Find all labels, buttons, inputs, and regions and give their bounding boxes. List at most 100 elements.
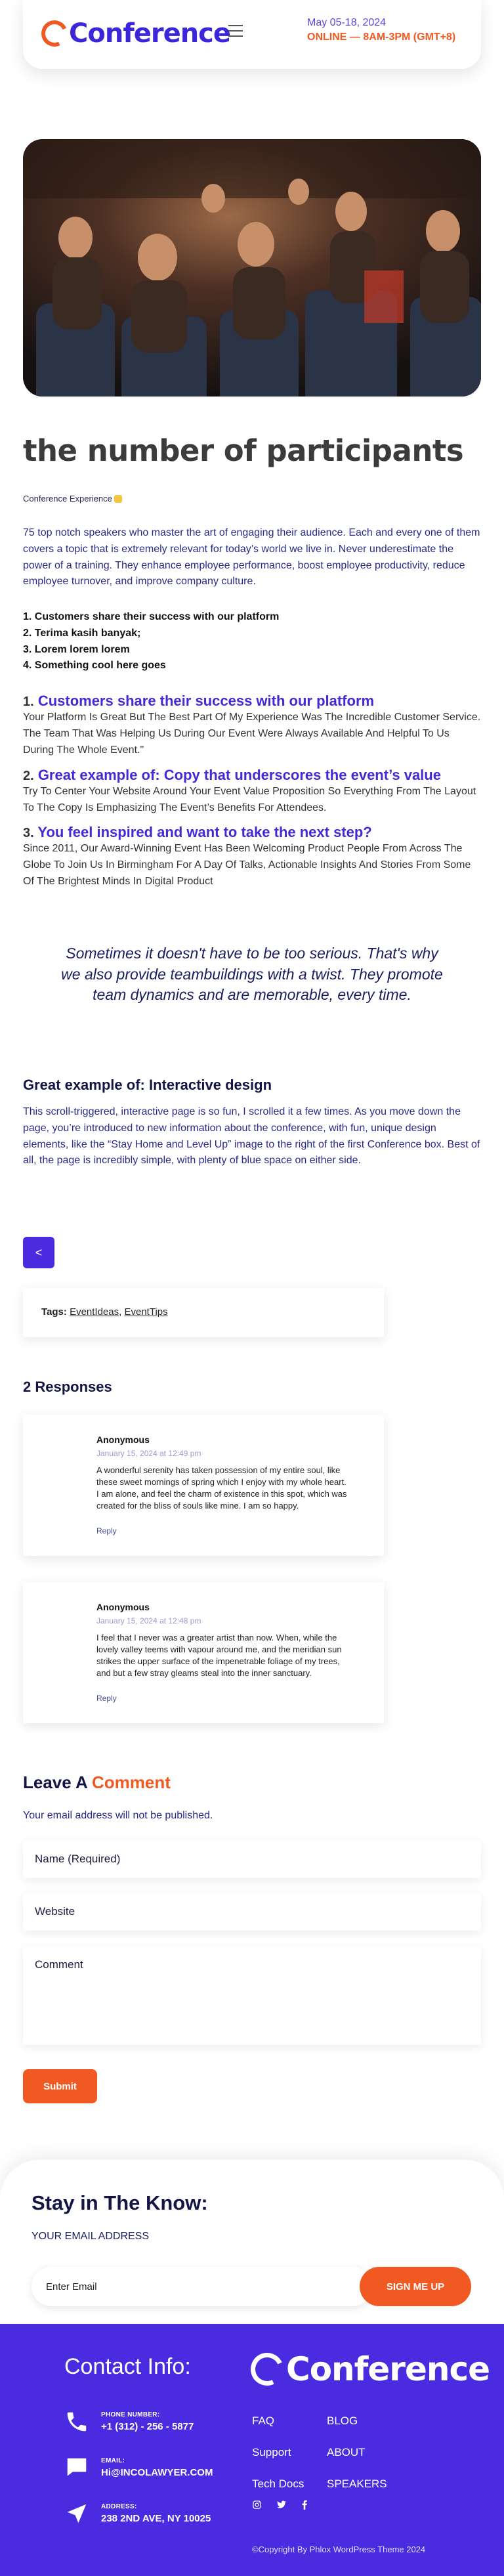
section-body: Your Platform Is Great But The Best Part… <box>23 712 481 756</box>
avatar <box>43 1602 82 1641</box>
tags-label: Tags: <box>41 1306 67 1318</box>
logo-mark-icon <box>37 16 72 51</box>
list-item: 4. Something cool here goes <box>23 660 166 672</box>
form-note: Your email address will not be published… <box>23 1810 213 1821</box>
hero-audience-illustration <box>23 139 481 397</box>
site-header: Conference May 05-18, 2024 ONLINE — 8AM-… <box>23 0 481 69</box>
footer-link-blog[interactable]: BLOG <box>327 2415 358 2428</box>
twitter-icon[interactable] <box>276 2500 287 2510</box>
comment-date[interactable]: January 15, 2024 at 12:48 pm <box>96 1616 364 1625</box>
avatar <box>43 1434 82 1474</box>
reply-link[interactable]: Reply <box>96 1694 364 1703</box>
comment-author: Anonymous <box>96 1602 150 1612</box>
comment: Anonymous January 15, 2024 at 12:49 pm A… <box>23 1415 384 1556</box>
instagram-icon[interactable] <box>252 2500 262 2510</box>
social-links <box>252 2500 324 2510</box>
list-item: 2. Terima kasih banyak; <box>23 627 141 639</box>
footer-logo[interactable]: Conference <box>245 2348 490 2391</box>
copyright: ©Copyright By Phlox WordPress Theme 2024 <box>252 2544 426 2554</box>
section-number: 1. <box>23 695 34 709</box>
comment-date[interactable]: January 15, 2024 at 12:49 pm <box>96 1449 364 1458</box>
share-button[interactable]: < <box>23 1237 54 1268</box>
facebook-icon[interactable] <box>301 2500 308 2510</box>
post-list: 1. Customers share their success with ou… <box>23 609 481 674</box>
newsletter-label: YOUR EMAIL ADDRESS <box>32 2231 150 2242</box>
share-icon: < <box>35 1245 43 1259</box>
subheading: Great example of: Interactive design <box>23 1077 272 1093</box>
comment-textarea-placeholder: Comment <box>35 1958 83 1971</box>
reply-link[interactable]: Reply <box>96 1526 364 1535</box>
section-heading: 2. Great example of: Copy that underscor… <box>23 767 481 784</box>
comment-text: I feel that I never was a greater artist… <box>96 1633 342 1678</box>
contact-value[interactable]: Hi@INCOLAWYER.COM <box>101 2467 213 2478</box>
section-heading-text: Great example of: Copy that underscores … <box>37 767 441 783</box>
comment-author: Anonymous <box>96 1434 150 1445</box>
section-2: 2. Great example of: Copy that underscor… <box>23 767 481 817</box>
post-category-label[interactable]: Conference Experience <box>23 494 112 504</box>
event-dates: May 05-18, 2024 ONLINE — 8AM-3PM (GMT+8) <box>307 17 468 43</box>
contact-value[interactable]: +1 (312) - 256 - 5877 <box>101 2421 194 2432</box>
name-field[interactable]: Name (Required) <box>23 1840 481 1878</box>
website-field[interactable]: Website <box>23 1893 481 1931</box>
contact-email: EMAIL: Hi@INCOLAWYER.COM <box>64 2455 213 2480</box>
contact-key: EMAIL: <box>101 2457 125 2464</box>
leave-heading-a: Leave A <box>23 1772 93 1792</box>
footer-link-faq[interactable]: FAQ <box>252 2415 274 2428</box>
pull-quote: Sometimes it doesn't have to be too seri… <box>61 945 443 1004</box>
section-number: 2. <box>23 769 34 783</box>
newsletter-section: Stay in The Know: YOUR EMAIL ADDRESS Ent… <box>0 2160 504 2324</box>
section-heading-text: Customers share their success with our p… <box>37 693 375 709</box>
footer-link-support[interactable]: Support <box>252 2446 291 2459</box>
site-logo[interactable]: Conference <box>37 16 231 51</box>
contact-value: 238 2ND AVE, NY 10025 <box>101 2513 211 2524</box>
newsletter-email-placeholder: Enter Email <box>46 2281 97 2292</box>
contact-address: ADDRESS: 238 2ND AVE, NY 10025 <box>64 2501 211 2526</box>
contact-phone: PHONE NUMBER: +1 (312) - 256 - 5877 <box>64 2409 194 2434</box>
contact-heading: Contact Info: <box>64 2354 191 2379</box>
list-item: 3. Lorem lorem lorem <box>23 643 130 655</box>
name-field-placeholder: Name (Required) <box>35 1853 121 1865</box>
submit-button[interactable]: Submit <box>23 2069 97 2103</box>
site-footer: Contact Info: PHONE NUMBER: +1 (312) - 2… <box>0 2324 504 2576</box>
section-number: 3. <box>23 826 34 840</box>
phone-icon <box>64 2409 89 2434</box>
list-item: 1. Customers share their success with ou… <box>23 611 280 622</box>
website-field-placeholder: Website <box>35 1905 75 1918</box>
post-category[interactable]: Conference Experience <box>23 494 122 504</box>
section-heading-text: You feel inspired and want to take the n… <box>37 824 372 840</box>
section-heading: 1. Customers share their success with ou… <box>23 693 481 710</box>
logo-text: Conference <box>69 18 231 49</box>
section-body: Since 2011, Our Award-Winning Event Has … <box>23 843 471 887</box>
section-1: 1. Customers share their success with ou… <box>23 693 481 758</box>
tag-link[interactable]: EventIdeas <box>70 1306 119 1318</box>
tag-link[interactable]: EventTips <box>124 1306 167 1318</box>
section-heading: 3. You feel inspired and want to take th… <box>23 824 481 841</box>
footer-link-about[interactable]: ABOUT <box>327 2446 366 2459</box>
section-3: 3. You feel inspired and want to take th… <box>23 824 481 890</box>
footer-logo-text: Conference <box>286 2350 490 2388</box>
post-title: the number of participants <box>23 433 464 468</box>
section-body: Try To Center Your Website Around Your E… <box>23 786 476 813</box>
footer-link-speakers[interactable]: SPEAKERS <box>327 2478 387 2491</box>
tags-box: Tags: EventIdeas, EventTips <box>23 1288 384 1337</box>
event-date-line: May 05-18, 2024 <box>307 17 387 28</box>
navigation-icon <box>64 2501 89 2526</box>
comment-textarea[interactable]: Comment <box>23 1946 481 2045</box>
responses-heading: 2 Responses <box>23 1379 112 1395</box>
newsletter-email-input[interactable]: Enter Email <box>32 2267 373 2306</box>
leave-comment-heading: Leave A Comment <box>23 1772 171 1793</box>
contact-key: PHONE NUMBER: <box>101 2411 160 2418</box>
newsletter-heading: Stay in The Know: <box>32 2191 208 2214</box>
hero-audience-image <box>23 139 481 397</box>
footer-link-tech-docs[interactable]: Tech Docs <box>252 2478 304 2491</box>
subheading-body: This scroll-triggered, interactive page … <box>23 1106 480 1167</box>
sign-up-button[interactable]: SIGN ME UP <box>360 2267 471 2306</box>
logo-mark-icon <box>245 2348 289 2391</box>
comment-text: A wonderful serenity has taken possessio… <box>96 1465 347 1511</box>
comment: Anonymous January 15, 2024 at 12:48 pm I… <box>23 1582 384 1723</box>
menu-icon[interactable] <box>228 25 243 37</box>
post-intro: 75 top notch speakers who master the art… <box>23 527 480 588</box>
event-online-line: ONLINE — 8AM-3PM (GMT+8) <box>307 32 456 43</box>
emoji-icon <box>114 495 122 503</box>
leave-heading-b: Comment <box>92 1772 171 1792</box>
